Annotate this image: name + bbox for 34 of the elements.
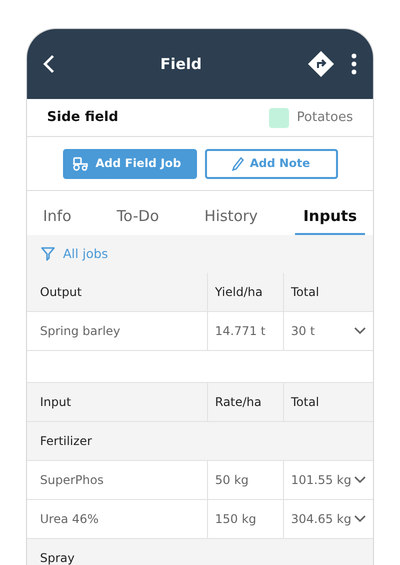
tractor-icon — [72, 156, 88, 170]
group-label: Spray — [40, 550, 75, 565]
column-header: Input — [40, 394, 72, 411]
add-field-job-button[interactable]: Add Field Job — [62, 148, 196, 178]
table-cell-text: 14.771 t — [215, 323, 266, 340]
column-header: Output — [40, 284, 82, 301]
table-cell-text: SuperPhos — [40, 472, 104, 489]
table-cell-text: 304.65 kg — [291, 511, 352, 528]
column-header: Total — [291, 394, 320, 411]
column-header: Yield/ha — [215, 284, 263, 301]
table-cell-text: 101.55 kg — [291, 472, 352, 489]
field-name: Side field — [47, 108, 118, 128]
group-label: Fertilizer — [40, 433, 92, 450]
tab[interactable]: History — [196, 200, 266, 235]
table-cell-text: 50 kg — [215, 472, 249, 489]
crop-label: Potatoes — [296, 108, 353, 127]
column-header: Rate/ha — [215, 394, 262, 411]
more-menu-icon[interactable] — [350, 53, 357, 75]
table-cell-text: Urea 46% — [40, 511, 99, 528]
filter-icon[interactable] — [41, 246, 55, 262]
chevron-down-icon[interactable] — [354, 476, 366, 484]
screen-title: Field — [160, 54, 202, 75]
table-cell-text: 30 t — [291, 323, 315, 340]
table-cell-text: 150 kg — [215, 511, 256, 528]
chevron-down-icon[interactable] — [354, 327, 366, 335]
add-note-button[interactable]: Add Note — [204, 148, 338, 178]
column-header: Total — [291, 284, 320, 301]
tab[interactable]: Info — [35, 200, 80, 235]
directions-icon[interactable] — [306, 50, 335, 78]
pencil-icon — [232, 156, 244, 170]
tab[interactable]: To-Do — [108, 200, 168, 235]
back-icon[interactable] — [43, 54, 55, 74]
table-cell-text: Spring barley — [40, 323, 120, 340]
chevron-down-icon[interactable] — [354, 515, 366, 523]
